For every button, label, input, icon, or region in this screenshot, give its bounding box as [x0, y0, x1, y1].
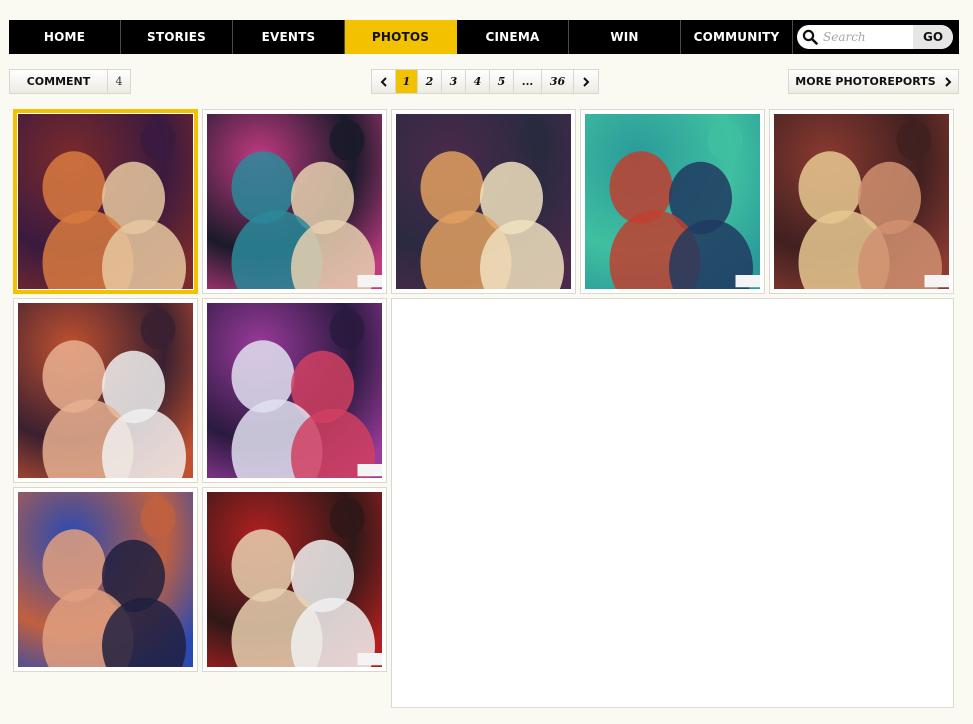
pager-page-last[interactable]: 36	[542, 70, 574, 93]
photo-thumbnail[interactable]	[13, 298, 198, 483]
pager-page-1[interactable]: 1	[396, 70, 418, 93]
photo-thumbnail[interactable]	[580, 109, 765, 294]
main-nav: HOME STORIES EVENTS PHOTOS CINEMA WIN CO…	[9, 20, 959, 54]
chevron-right-icon	[944, 76, 952, 87]
photo-thumbnail[interactable]	[13, 109, 198, 294]
nav-events[interactable]: EVENTS	[233, 20, 345, 54]
more-photoreports-button[interactable]: MORE PHOTOREPORTS	[788, 69, 959, 94]
search-go-button[interactable]: GO	[913, 25, 953, 49]
search-area: GO	[793, 20, 959, 54]
pager-page-4[interactable]: 4	[466, 70, 490, 93]
more-photoreports-label: MORE PHOTOREPORTS	[795, 75, 936, 88]
comment-label: COMMENT	[10, 70, 108, 93]
photo-thumbnail[interactable]	[769, 109, 954, 294]
photo-image	[18, 114, 193, 289]
photo-thumbnail[interactable]	[391, 109, 576, 294]
pagination: 1 2 3 4 5 ... 36	[371, 69, 599, 94]
photo-image	[774, 114, 949, 289]
photo-thumbnail[interactable]	[202, 298, 387, 483]
pager-page-3[interactable]: 3	[442, 70, 466, 93]
search-input[interactable]	[823, 26, 913, 48]
photo-thumbnail[interactable]	[202, 109, 387, 294]
chevron-left-icon	[380, 76, 387, 87]
photo-image	[207, 492, 382, 667]
photo-thumbnail[interactable]	[13, 487, 198, 672]
search-box: GO	[797, 25, 953, 49]
nav-cinema[interactable]: CINEMA	[457, 20, 569, 54]
pager-page-5[interactable]: 5	[490, 70, 514, 93]
pager-next-button[interactable]	[574, 70, 598, 93]
photo-image	[18, 492, 193, 667]
photo-image	[396, 114, 571, 289]
photo-image	[207, 303, 382, 478]
nav-home[interactable]: HOME	[9, 20, 121, 54]
photo-image	[207, 114, 382, 289]
pager-prev-button[interactable]	[372, 70, 396, 93]
pager-page-2[interactable]: 2	[418, 70, 442, 93]
search-icon	[797, 25, 823, 49]
photo-image	[585, 114, 760, 289]
nav-win[interactable]: WIN	[569, 20, 681, 54]
comment-count: 4	[115, 75, 123, 88]
photo-viewer-panel	[391, 298, 954, 708]
photo-image	[18, 303, 193, 478]
chevron-right-icon	[583, 76, 590, 87]
pager-ellipsis: ...	[514, 70, 542, 93]
nav-photos[interactable]: PHOTOS	[345, 20, 457, 54]
nav-stories[interactable]: STORIES	[121, 20, 233, 54]
nav-community[interactable]: COMMUNITY	[681, 20, 793, 54]
photo-thumbnail[interactable]	[202, 487, 387, 672]
comment-button[interactable]: COMMENT 4	[9, 69, 131, 94]
